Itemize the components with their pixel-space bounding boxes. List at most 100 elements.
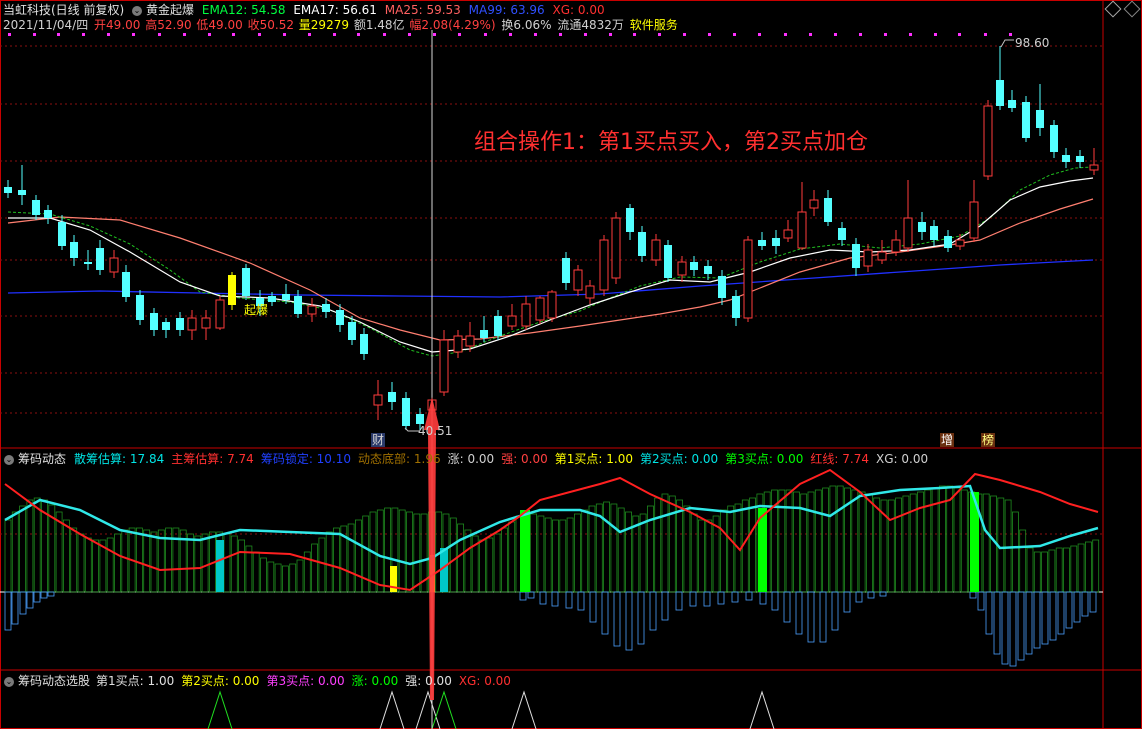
high-price-label: 98.60	[1015, 36, 1050, 50]
chip-bar-up	[1012, 511, 1019, 593]
signal-dot	[107, 33, 110, 36]
chip-bar-down	[577, 591, 585, 611]
chip-bar-up	[238, 539, 246, 593]
chip-bar-up	[610, 503, 618, 593]
chip-bar-up	[705, 519, 713, 593]
chip-bar-down	[539, 591, 547, 605]
candle-body	[176, 318, 184, 330]
candle-body	[268, 296, 276, 302]
candle-body	[664, 245, 672, 278]
candle-body	[96, 248, 104, 270]
chip-bar-up	[406, 511, 413, 593]
candle-body	[150, 313, 158, 330]
finance-badge[interactable]: 财	[371, 433, 386, 447]
candle-body	[322, 304, 330, 312]
chip-bar-up	[537, 515, 545, 593]
candle-body	[215, 299, 225, 329]
candle-body	[930, 226, 938, 240]
chip-bar-up	[654, 497, 662, 593]
candle-body	[84, 262, 92, 264]
signal-dot	[909, 33, 912, 36]
candle-body	[1076, 156, 1084, 162]
candle-body	[416, 414, 424, 424]
signal-dot	[208, 33, 211, 36]
candle-body	[336, 310, 344, 325]
signal-dot	[132, 33, 135, 36]
collapse-icon[interactable]: ⌄	[4, 676, 14, 687]
chip-bar-up	[822, 487, 829, 593]
panel2-name[interactable]: 筹码动态	[18, 452, 66, 466]
quote-row: 2021/11/04/四 开49.00 高52.90 低49.00 收50.52…	[3, 17, 682, 33]
signal-dot	[559, 33, 562, 36]
ma99-value: MA99: 63.96	[468, 3, 545, 17]
chip-bar-down	[637, 591, 645, 645]
rank-badge[interactable]: 榜	[981, 433, 996, 447]
panel3-legend-item: 强: 0.00	[405, 674, 452, 688]
chip-bar-up	[814, 489, 822, 593]
signal-triangle	[207, 690, 233, 729]
chip-bar-down	[1057, 591, 1065, 635]
chip-bar-up	[398, 509, 406, 593]
chip-bar-up	[785, 489, 793, 593]
candle-body	[18, 190, 26, 195]
signal-dot	[934, 33, 937, 36]
chip-bar-up	[274, 563, 282, 593]
signal-dot	[57, 33, 60, 36]
chip-bar-up	[953, 487, 961, 593]
chip-bar-up	[449, 517, 457, 593]
chip-bar-up	[559, 519, 567, 593]
chip-bar-up	[19, 505, 27, 593]
chip-bar-up	[895, 497, 902, 593]
candle-body	[611, 217, 621, 279]
candle-body	[307, 305, 317, 315]
candle-body	[282, 294, 290, 300]
header-row: 当虹科技(日线 前复权) ⌄ 黄金起爆 EMA12: 54.58 EMA17: 5…	[3, 2, 609, 18]
panel3-name[interactable]: 筹码动态选股	[18, 674, 90, 688]
panel2-legend-item: 第3买点: 0.00	[725, 452, 804, 466]
chip-bar-up	[187, 533, 194, 593]
candle-body	[201, 317, 211, 329]
chip-bar-up	[720, 509, 727, 593]
candle-body	[187, 317, 197, 331]
collapse-icon[interactable]: ⌄	[4, 454, 14, 465]
chip-bar-up	[92, 539, 99, 593]
panel2-legend-item: 第1买点: 1.00	[554, 452, 633, 466]
chip-bar-down	[565, 591, 573, 609]
signal-dot	[433, 33, 436, 36]
chip-bar-up	[946, 485, 954, 593]
chip-bar-down	[867, 591, 875, 599]
chart-canvas[interactable]	[0, 0, 1142, 729]
candle-body	[903, 217, 913, 249]
panel2-header: ⌄ 筹码动态 散筹估算: 17.84 主筹估算: 7.74 筹码锁定: 10.10 动态底…	[4, 451, 939, 467]
collapse-icon[interactable]: ⌄	[132, 5, 143, 16]
candle-body	[677, 261, 687, 276]
chip-bar-up	[500, 527, 508, 593]
chip-bar-up	[486, 537, 494, 593]
increase-badge[interactable]: 增	[940, 433, 955, 447]
candle-body	[32, 200, 40, 215]
candle-body	[783, 229, 793, 239]
panel2-legend-item: 动态底部: 1.96	[358, 452, 441, 466]
signal-dot	[232, 33, 235, 36]
candle-body	[1089, 164, 1099, 171]
panel3-legend-item: 第2买点: 0.00	[181, 674, 260, 688]
buy-point-bar	[216, 540, 224, 592]
chip-bar-up	[121, 529, 129, 593]
chip-bar-up	[55, 511, 63, 593]
chip-bar-up	[84, 537, 92, 593]
signal-dot	[859, 33, 862, 36]
chip-bar-up	[902, 495, 910, 593]
chip-bar-up	[1048, 549, 1056, 593]
chip-bar-up	[807, 491, 815, 593]
candle-body	[44, 210, 52, 218]
chip-bar-down	[819, 591, 827, 643]
chip-bar-down	[26, 591, 34, 609]
signal-triangle	[749, 690, 775, 729]
chip-bar-up	[464, 529, 472, 593]
chip-bar-down	[879, 591, 887, 597]
chip-bar-up	[617, 507, 625, 593]
panel2-legend-item: 涨: 0.00	[447, 452, 495, 466]
ma99-line	[7, 259, 1094, 298]
chip-bar-up	[333, 527, 340, 593]
indicator-name[interactable]: 黄金起爆	[146, 3, 194, 17]
